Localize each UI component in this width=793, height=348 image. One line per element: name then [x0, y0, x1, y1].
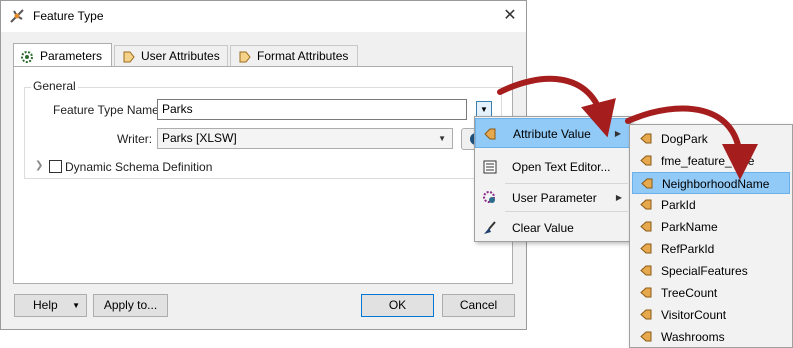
- gear-icon: [21, 50, 33, 63]
- attribute-arrow-icon: [640, 309, 652, 320]
- attribute-item-parkname[interactable]: ParkName: [630, 216, 792, 238]
- tab-format-attributes[interactable]: Format Attributes: [230, 45, 358, 67]
- submenu-arrow-icon: ▶: [615, 193, 622, 202]
- close-icon[interactable]: ✕: [498, 5, 522, 27]
- attribute-arrow-icon: [640, 287, 652, 298]
- attribute-item-visitorcount[interactable]: VisitorCount: [630, 304, 792, 326]
- attribute-arrow-icon: [123, 51, 135, 63]
- tab-user-attributes[interactable]: User Attributes: [114, 45, 228, 67]
- help-label: Help: [33, 298, 58, 312]
- group-label: General: [31, 79, 78, 93]
- submenu-arrow-icon: ▶: [614, 129, 621, 138]
- menu-item-label: Clear Value: [512, 221, 574, 235]
- menu-item-attribute-value[interactable]: Attribute Value ▶: [475, 118, 630, 148]
- attribute-arrow-icon: [640, 331, 652, 342]
- menu-item-user-parameter[interactable]: User Parameter ▶: [475, 183, 630, 213]
- dynamic-schema-label: Dynamic Schema Definition: [65, 160, 213, 174]
- attribute-arrow-icon: [640, 243, 652, 254]
- tab-label: User Attributes: [141, 49, 220, 63]
- dynamic-schema-checkbox[interactable]: [49, 160, 62, 173]
- chevron-down-icon: ▼: [480, 105, 488, 114]
- attribute-label: fme_feature_type: [661, 154, 755, 168]
- chevron-right-icon[interactable]: ❯: [35, 160, 43, 171]
- attribute-arrow-icon: [640, 199, 652, 210]
- tab-parameters[interactable]: Parameters: [13, 43, 112, 67]
- menu-item-label: Attribute Value: [513, 127, 591, 141]
- dialog-title: Feature Type: [33, 9, 104, 23]
- attribute-submenu: DogPark fme_feature_type NeighborhoodNam…: [629, 124, 793, 348]
- feature-type-dialog: Feature Type ✕ Parameters User Attribute…: [0, 0, 527, 330]
- attribute-label: VisitorCount: [661, 308, 727, 322]
- attribute-label: DogPark: [661, 132, 708, 146]
- attribute-label: NeighborhoodName: [662, 177, 770, 191]
- attribute-arrow-icon: [484, 128, 496, 140]
- menu-item-label: Open Text Editor...: [512, 160, 611, 174]
- attribute-item-refparkid[interactable]: RefParkId: [630, 238, 792, 260]
- attribute-item-washrooms[interactable]: Washrooms: [630, 326, 792, 348]
- ok-button[interactable]: OK: [361, 294, 434, 317]
- fme-app-icon: [10, 9, 24, 23]
- attribute-item-specialfeatures[interactable]: SpecialFeatures: [630, 260, 792, 282]
- writer-value: Parks [XLSW]: [162, 131, 237, 145]
- menu-item-label: User Parameter: [512, 191, 597, 205]
- chevron-down-icon: ▼: [438, 134, 446, 143]
- attribute-arrow-icon: [641, 178, 653, 189]
- attribute-label: ParkName: [661, 220, 718, 234]
- attribute-item-dogpark[interactable]: DogPark: [630, 128, 792, 150]
- broom-icon: [484, 221, 496, 234]
- menu-item-open-text-editor[interactable]: Open Text Editor...: [475, 152, 630, 182]
- tab-label: Parameters: [40, 49, 103, 63]
- tab-label: Format Attributes: [257, 49, 349, 63]
- menu-item-clear-value[interactable]: Clear Value: [475, 213, 630, 243]
- writer-label: Writer:: [117, 132, 153, 146]
- attribute-item-parkid[interactable]: ParkId: [630, 194, 792, 216]
- help-button[interactable]: Help ▼: [14, 294, 87, 317]
- attribute-label: TreeCount: [661, 286, 718, 300]
- user-parameter-icon: [483, 191, 495, 203]
- attribute-item-treecount[interactable]: TreeCount: [630, 282, 792, 304]
- title-bar: Feature Type ✕: [1, 1, 526, 32]
- chevron-down-icon: ▼: [72, 301, 80, 310]
- writer-select[interactable]: Parks [XLSW] ▼: [157, 128, 453, 149]
- attribute-item-fme-feature-type[interactable]: fme_feature_type: [630, 150, 792, 172]
- attribute-label: ParkId: [661, 198, 696, 212]
- attribute-arrow-icon: [239, 51, 251, 63]
- attribute-label: Washrooms: [661, 330, 725, 344]
- cancel-button[interactable]: Cancel: [442, 294, 515, 317]
- feature-type-name-label: Feature Type Name:: [53, 103, 163, 117]
- menu-separator: [505, 211, 628, 212]
- attribute-arrow-icon: [640, 265, 652, 276]
- apply-to-button[interactable]: Apply to...: [93, 294, 168, 317]
- attribute-label: RefParkId: [661, 242, 715, 256]
- attribute-item-neighborhoodname[interactable]: NeighborhoodName: [632, 172, 790, 194]
- attribute-arrow-icon: [640, 133, 652, 144]
- attribute-arrow-icon: [640, 155, 652, 166]
- attribute-label: SpecialFeatures: [661, 264, 748, 278]
- attribute-arrow-icon: [640, 221, 652, 232]
- feature-type-name-input[interactable]: Parks: [157, 99, 467, 120]
- value-context-menu: Attribute Value ▶ Open Text Editor... Us…: [474, 116, 631, 242]
- text-editor-icon: [483, 160, 497, 174]
